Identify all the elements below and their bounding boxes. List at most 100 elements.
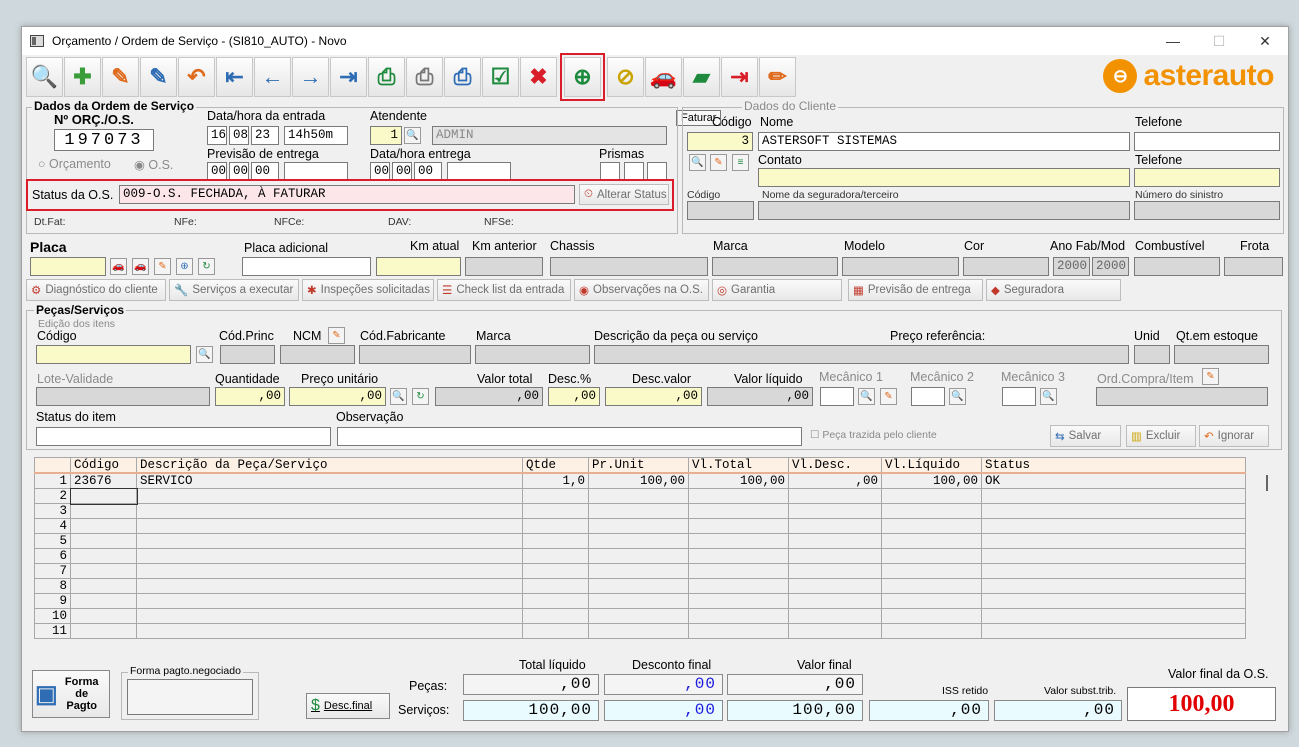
grid-header[interactable]: Descrição da Peça/Serviço — [136, 457, 523, 474]
table-cell[interactable] — [588, 578, 689, 594]
table-cell[interactable] — [788, 593, 882, 609]
table-cell[interactable] — [688, 503, 789, 519]
table-cell[interactable] — [688, 518, 789, 534]
table-cell[interactable]: SERVICO — [136, 472, 523, 489]
table-row[interactable]: 3 — [34, 503, 1246, 519]
peca-trazida-checkbox[interactable]: ☐ Peça trazida pelo cliente — [810, 429, 937, 441]
km-atual-field[interactable] — [376, 257, 461, 276]
ignorar-button[interactable]: ↶ Ignorar — [1199, 425, 1269, 447]
placa-field[interactable] — [30, 257, 106, 276]
table-cell[interactable] — [788, 608, 882, 624]
table-cell[interactable] — [69, 487, 138, 505]
table-cell[interactable] — [981, 488, 1246, 504]
table-cell[interactable]: 100,00 — [881, 472, 982, 489]
table-cell[interactable]: 23676 — [70, 472, 137, 489]
placa-refresh-icon[interactable]: ↻ — [198, 258, 215, 275]
forma-negociado-field[interactable] — [127, 679, 253, 715]
consultar-button[interactable]: 🔍 — [26, 57, 63, 97]
table-cell[interactable] — [588, 593, 689, 609]
table-cell[interactable]: 1,0 — [522, 472, 589, 489]
grid-header[interactable]: Vl.Líquido — [881, 457, 982, 474]
atendente-search-icon[interactable]: 🔍 — [404, 127, 421, 144]
status-item-field[interactable] — [36, 427, 331, 446]
preco-unit-field[interactable]: ,00 — [289, 387, 386, 406]
action-button[interactable]: ◆ Seguradora — [986, 279, 1121, 301]
table-cell[interactable] — [136, 488, 523, 504]
action-button[interactable]: ✱ Inspeções solicitadas — [302, 279, 434, 301]
table-row[interactable]: 1 23676 SERVICO 1,0 100,00 100,00,00 100,00 OK — [34, 472, 1246, 489]
table-cell[interactable] — [981, 593, 1246, 609]
table-cell[interactable] — [136, 578, 523, 594]
entrada-mes[interactable]: 08 — [229, 126, 249, 145]
action-button[interactable]: ▦ Previsão de entrega — [848, 279, 983, 301]
table-cell[interactable] — [881, 518, 982, 534]
table-cell[interactable] — [688, 578, 789, 594]
table-cell[interactable] — [788, 503, 882, 519]
action-button[interactable]: ◉ Observações na O.S. — [574, 279, 709, 301]
table-cell[interactable] — [70, 623, 137, 639]
placa-adicional-field[interactable] — [242, 257, 371, 276]
codigo-item-field[interactable] — [36, 345, 191, 364]
table-cell[interactable] — [136, 608, 523, 624]
table-cell[interactable] — [981, 503, 1246, 519]
excluir-button[interactable]: ✖ — [520, 57, 557, 97]
proximo-button[interactable]: → — [292, 57, 329, 97]
table-cell[interactable] — [688, 488, 789, 504]
preco-refresh-icon[interactable]: ↻ — [412, 388, 429, 405]
table-cell[interactable] — [136, 518, 523, 534]
table-cell[interactable] — [881, 578, 982, 594]
table-cell[interactable]: 100,00 — [688, 472, 789, 489]
table-cell[interactable] — [522, 578, 589, 594]
salvar-button[interactable]: ⇆ Salvar — [1050, 425, 1121, 447]
table-cell[interactable] — [70, 548, 137, 564]
mecanico1-edit-icon[interactable]: ✎ — [880, 388, 897, 405]
imprimir-button[interactable]: ⎙ — [368, 57, 405, 97]
table-cell[interactable] — [522, 533, 589, 549]
ultimo-button[interactable]: ⇥ — [330, 57, 367, 97]
table-row[interactable]: 10 — [34, 608, 1246, 624]
table-cell[interactable] — [881, 623, 982, 639]
table-cell[interactable]: OK — [981, 472, 1246, 489]
table-cell[interactable] — [981, 623, 1246, 639]
novo-button[interactable]: ✚ — [64, 57, 101, 97]
checklist-button[interactable]: ☑ — [482, 57, 519, 97]
table-cell[interactable] — [881, 503, 982, 519]
minimize-button[interactable]: — — [1150, 27, 1196, 55]
table-cell[interactable] — [70, 593, 137, 609]
table-cell[interactable] — [881, 533, 982, 549]
primeiro-button[interactable]: ⇤ — [216, 57, 253, 97]
table-cell[interactable] — [136, 563, 523, 579]
cliente-edit-icon[interactable]: ✎ — [710, 154, 727, 171]
table-cell[interactable] — [136, 623, 523, 639]
grid-header[interactable]: Código — [70, 457, 137, 474]
codigo-item-search-icon[interactable]: 🔍 — [196, 346, 213, 363]
table-cell[interactable] — [588, 608, 689, 624]
table-cell[interactable] — [688, 623, 789, 639]
table-cell[interactable] — [788, 533, 882, 549]
placa-add-icon[interactable]: ⊕ — [176, 258, 193, 275]
lapis-button[interactable]: ✏ — [759, 57, 796, 97]
close-button[interactable]: ✕ — [1242, 27, 1288, 55]
telefone-field[interactable] — [1134, 132, 1280, 151]
table-cell[interactable] — [522, 518, 589, 534]
table-cell[interactable] — [588, 548, 689, 564]
desc-pct-field[interactable]: ,00 — [548, 387, 600, 406]
table-row[interactable]: 5 — [34, 533, 1246, 549]
placa-search-icon[interactable]: 🚗 — [110, 258, 127, 275]
forma-pagto-button[interactable]: ▣ Forma de Pagto — [32, 670, 110, 718]
table-cell[interactable] — [522, 563, 589, 579]
table-cell[interactable] — [522, 593, 589, 609]
table-cell[interactable] — [981, 548, 1246, 564]
entrada-ano[interactable]: 23 — [251, 126, 279, 145]
table-row[interactable]: 2 — [34, 487, 1246, 505]
radio-os[interactable]: ◉ O.S. — [134, 157, 173, 172]
grid-header[interactable]: Status — [981, 457, 1246, 474]
excluir-button[interactable]: ▥ Excluir — [1126, 425, 1196, 447]
cliente-codigo[interactable]: 3 — [687, 132, 753, 151]
imprimir2-button[interactable]: ⎙ — [406, 57, 443, 97]
status-os-field[interactable]: 009-O.S. FECHADA, À FATURAR — [119, 185, 575, 204]
table-cell[interactable] — [70, 608, 137, 624]
pasta-button[interactable]: ▰ — [683, 57, 720, 97]
table-cell[interactable] — [588, 563, 689, 579]
action-button[interactable]: ◎ Garantia — [712, 279, 842, 301]
